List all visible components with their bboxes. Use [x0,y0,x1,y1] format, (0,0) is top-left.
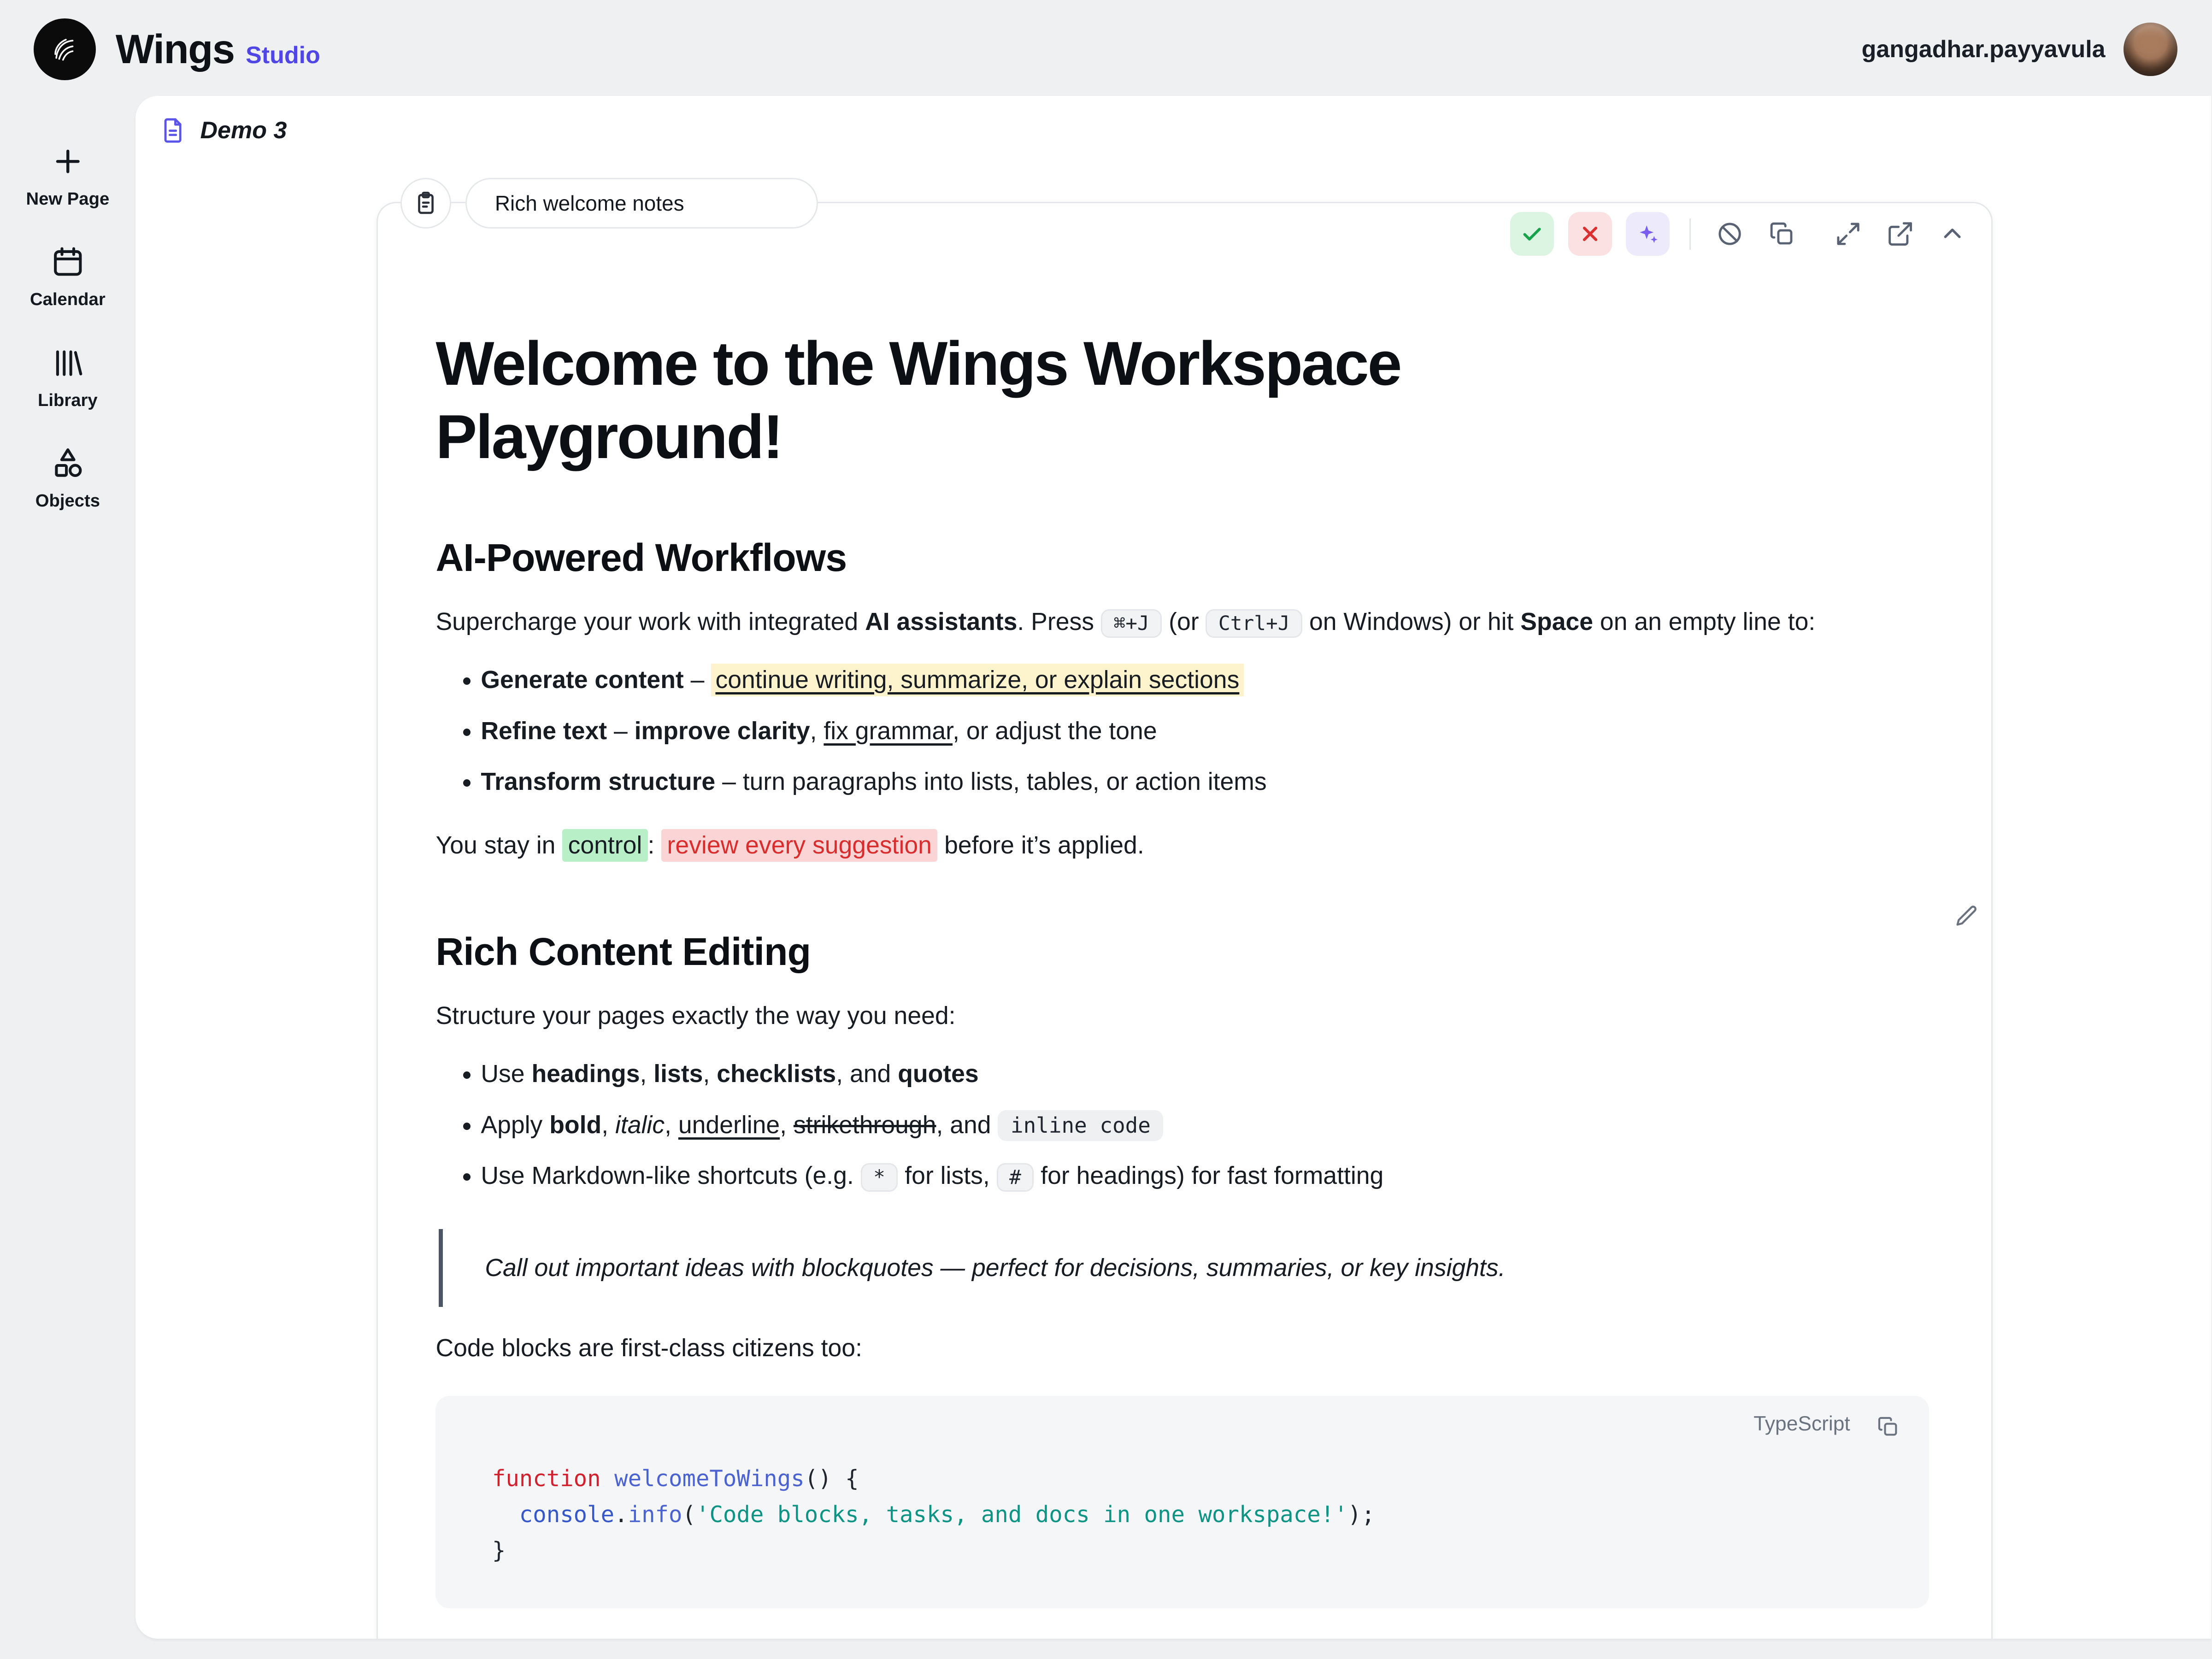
brand-name: Wings [116,26,235,73]
app-window: Wings Studio gangadhar.payyavula New Pag… [0,0,2211,1659]
green-highlight: control [562,829,647,862]
blockquote-text: Call out important ideas with blockquote… [485,1246,1929,1290]
objects-icon [50,446,86,481]
paragraph-ai-outro: You stay in control: review every sugges… [435,824,1929,867]
app-header: Wings Studio gangadhar.payyavula [0,0,2211,99]
code-block: TypeScript function welcomeToWings() { c… [435,1396,1929,1608]
kbd-ctrl-j: Ctrl+J [1206,609,1302,638]
list-item: Apply bold, italic, underline, strikethr… [481,1103,1929,1147]
wings-logo[interactable] [34,18,96,81]
bullet-list-rich: Use headings, lists, checklists, and quo… [435,1052,1929,1198]
sidebar-item-library[interactable]: Library [6,337,129,419]
section-heading-rich: Rich Content Editing [435,930,1929,974]
paragraph-ai-intro: Supercharge your work with integrated AI… [435,600,1929,644]
list-item: Refine text – improve clarity, fix gramm… [481,709,1929,753]
highlighted-suggestion: continue writing, summarize, or explain … [711,664,1243,696]
code-line: } [492,1533,1901,1569]
blockquote: Call out important ideas with blockquote… [439,1229,1930,1307]
brand: Wings Studio [116,26,320,73]
list-item: Transform structure – turn paragraphs in… [481,760,1929,804]
copy-icon [1876,1415,1900,1439]
calendar-icon [50,244,86,280]
breadcrumb-label: Demo 3 [200,117,287,144]
header-account: gangadhar.payyavula [1862,23,2177,76]
library-icon [50,345,86,381]
paragraph-code-intro: Code blocks are first-class citizens too… [435,1326,1929,1370]
sidebar-item-label: Calendar [30,289,106,310]
sidebar-item-label: Library [38,390,98,411]
list-item: Generate content – continue writing, sum… [481,658,1929,702]
block-edit-button[interactable] [1953,902,1980,934]
section-heading-ai: AI-Powered Workflows [435,535,1929,580]
code-line: console.info('Code blocks, tasks, and do… [492,1497,1901,1533]
doc-title: Welcome to the Wings Workspace Playgroun… [435,327,1677,474]
inline-code: inline code [998,1110,1163,1141]
main-canvas: Demo 3 Rich welcome notes [135,96,2211,1639]
sidebar-item-calendar[interactable]: Calendar [6,236,129,318]
list-item: Use Markdown-like shortcuts (e.g. * for … [481,1154,1929,1198]
plus-icon [50,144,86,179]
code-copy-button[interactable] [1870,1408,1907,1445]
kbd-cmd-j: ⌘+J [1101,609,1162,638]
avatar[interactable] [2124,23,2177,76]
code-language-label: TypeScript [1753,1412,1850,1435]
username: gangadhar.payyavula [1862,35,2106,63]
brand-suffix: Studio [246,41,320,69]
kbd-hash: # [997,1163,1034,1192]
red-highlight: review every suggestion [661,829,937,862]
sidebar-item-objects[interactable]: Objects [6,437,129,520]
pencil-icon [1953,902,1980,929]
kbd-asterisk: * [861,1163,898,1192]
paragraph-rich-intro: Structure your pages exactly the way you… [435,994,1929,1038]
wings-logo-icon [44,28,86,71]
code-content: function welcomeToWings() { console.info… [492,1461,1901,1569]
bullet-list-ai: Generate content – continue writing, sum… [435,658,1929,804]
document-icon [158,116,188,145]
sidebar-item-new-page[interactable]: New Page [6,135,129,218]
code-line: function welcomeToWings() { [492,1461,1901,1497]
list-item: Use headings, lists, checklists, and quo… [481,1052,1929,1096]
sidebar-item-label: New Page [26,189,110,209]
breadcrumb[interactable]: Demo 3 [158,116,287,145]
note-card: Rich welcome notes [377,202,1993,1639]
document-editor[interactable]: Welcome to the Wings Workspace Playgroun… [378,203,1991,1639]
sidebar: New Page Calendar Library Objects [0,99,135,1658]
sidebar-item-label: Objects [35,491,100,511]
